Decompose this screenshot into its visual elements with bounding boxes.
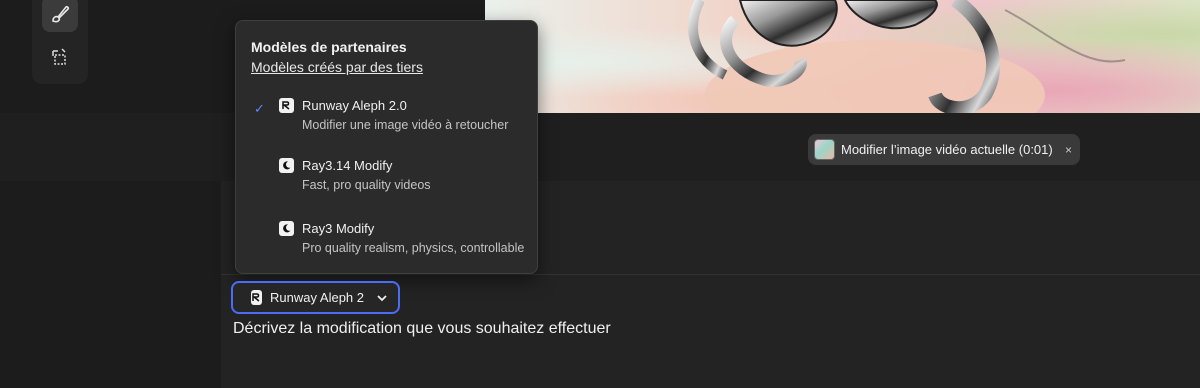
model-select-button[interactable]: Runway Aleph 2 [231,281,400,314]
context-chip[interactable]: Modifier l’image vidéo actuelle (0:01) × [808,134,1080,165]
luma-logo-icon [279,221,294,236]
close-icon[interactable]: × [1065,143,1072,157]
model-option-name: Ray3 Modify [302,221,375,236]
model-option-runway-aleph[interactable]: ✓ Runway Aleph 2.0 Modifier une image vi… [236,98,537,150]
checkmark-icon: ✓ [254,101,265,116]
video-preview[interactable] [485,0,1200,113]
brush-tool-button[interactable] [42,0,78,32]
prompt-input[interactable]: Décrivez la modification que vous souhai… [233,320,611,338]
context-chip-label: Modifier l’image vidéo actuelle (0:01) [841,142,1053,157]
runway-logo-icon [251,290,263,305]
model-option-ray3-modify[interactable]: Ray3 Modify Pro quality realism, physics… [236,221,537,273]
frame-thumbnail [814,139,835,160]
model-option-description: Pro quality realism, physics, controllab… [302,241,525,255]
model-option-name: Runway Aleph 2.0 [302,98,407,113]
model-option-description: Modifier une image vidéo à retoucher [302,118,509,132]
model-option-ray314-modify[interactable]: Ray3.14 Modify Fast, pro quality videos [236,158,537,210]
tool-rail [32,0,88,84]
model-option-name: Ray3.14 Modify [302,158,393,173]
model-select-label: Runway Aleph 2 [270,290,364,305]
third-party-models-link[interactable]: Modèles créés par des tiers [251,59,423,75]
luma-logo-icon [279,158,294,173]
chevron-down-icon [376,292,388,304]
video-editor-page: Modifier l’image vidéo actuelle (0:01) ×… [0,0,1200,388]
crop-tool-button[interactable] [42,40,78,76]
dropdown-section-title: Modèles de partenaires [251,39,407,55]
model-dropdown-menu: Modèles de partenaires Modèles créés par… [235,20,538,274]
runway-logo-icon [279,98,294,113]
preview-artwork [688,0,1126,113]
panel-divider [221,274,1200,275]
transform-icon [52,48,66,65]
brush-icon [52,5,70,23]
model-option-description: Fast, pro quality videos [302,178,431,192]
